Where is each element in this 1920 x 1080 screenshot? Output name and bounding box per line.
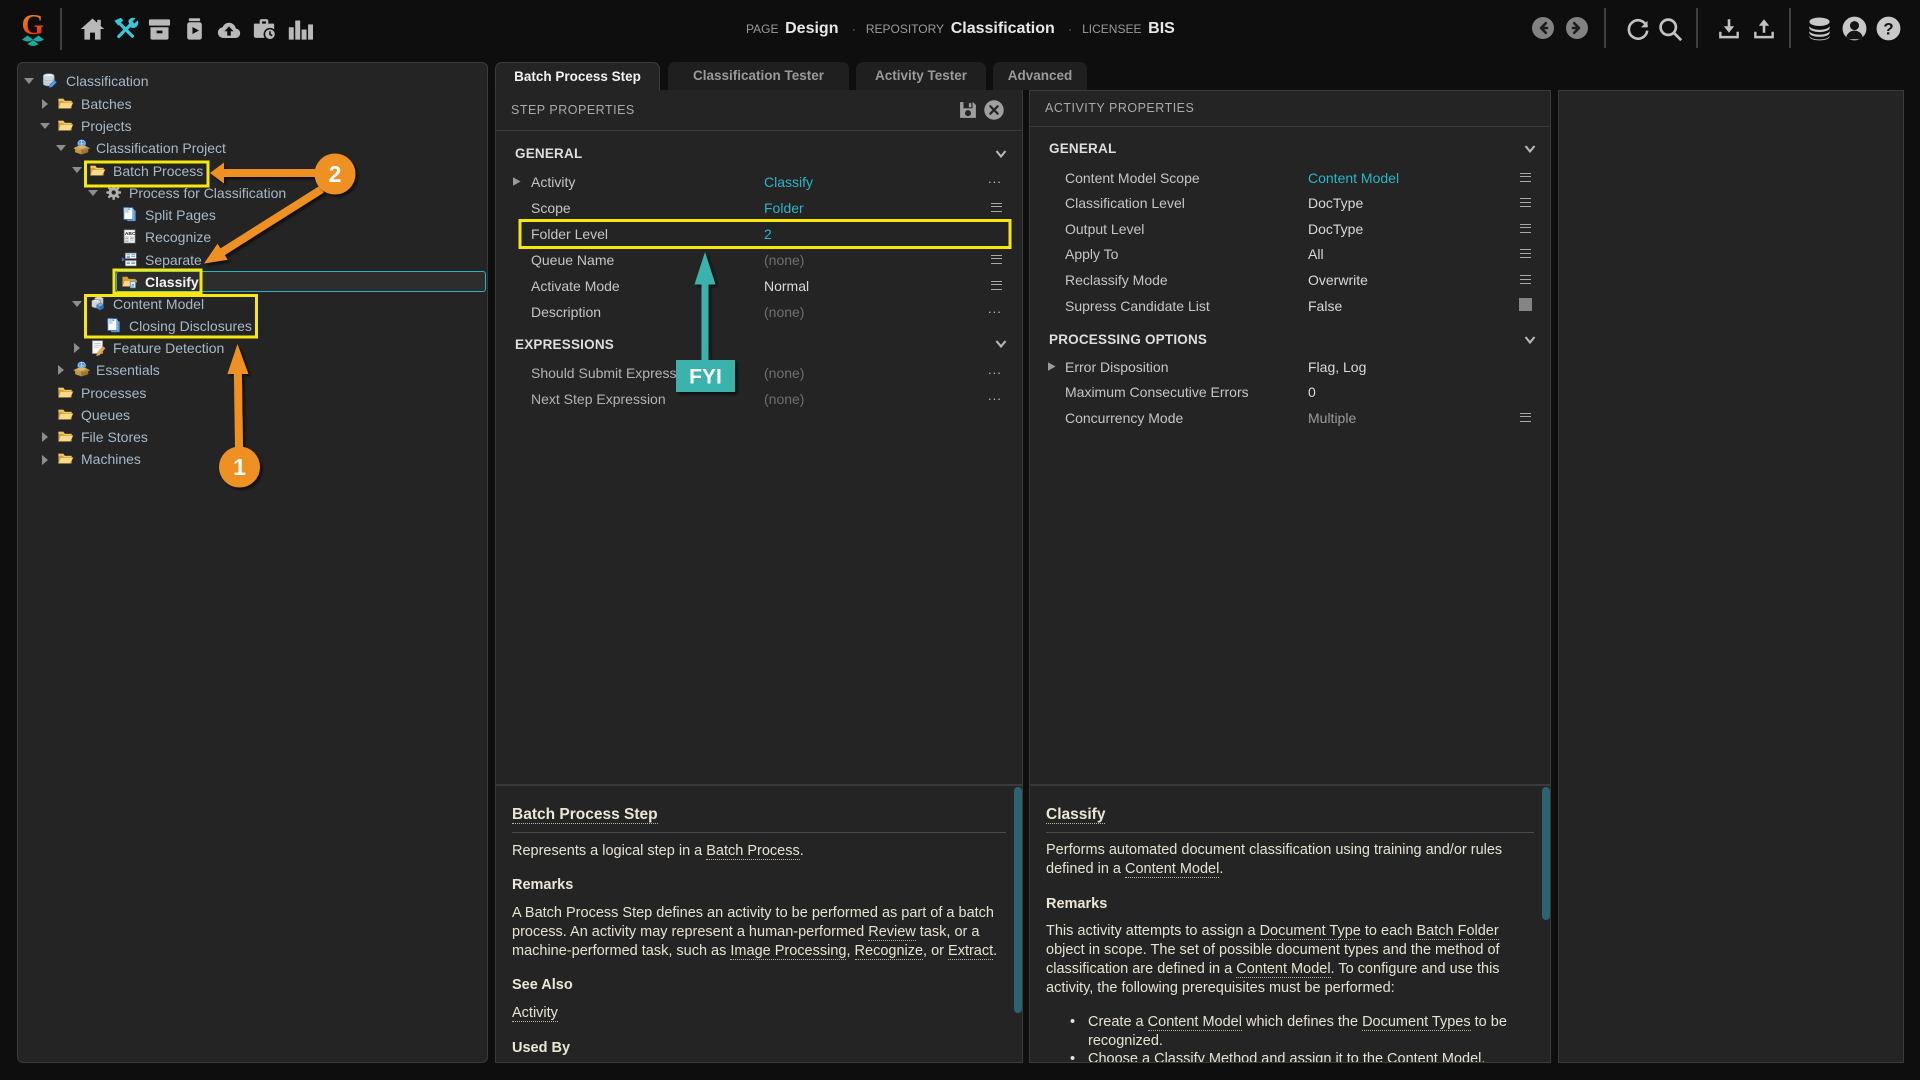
svg-text:FYI: FYI xyxy=(689,366,722,389)
svg-text:1: 1 xyxy=(233,454,246,480)
svg-text:2: 2 xyxy=(329,161,342,187)
